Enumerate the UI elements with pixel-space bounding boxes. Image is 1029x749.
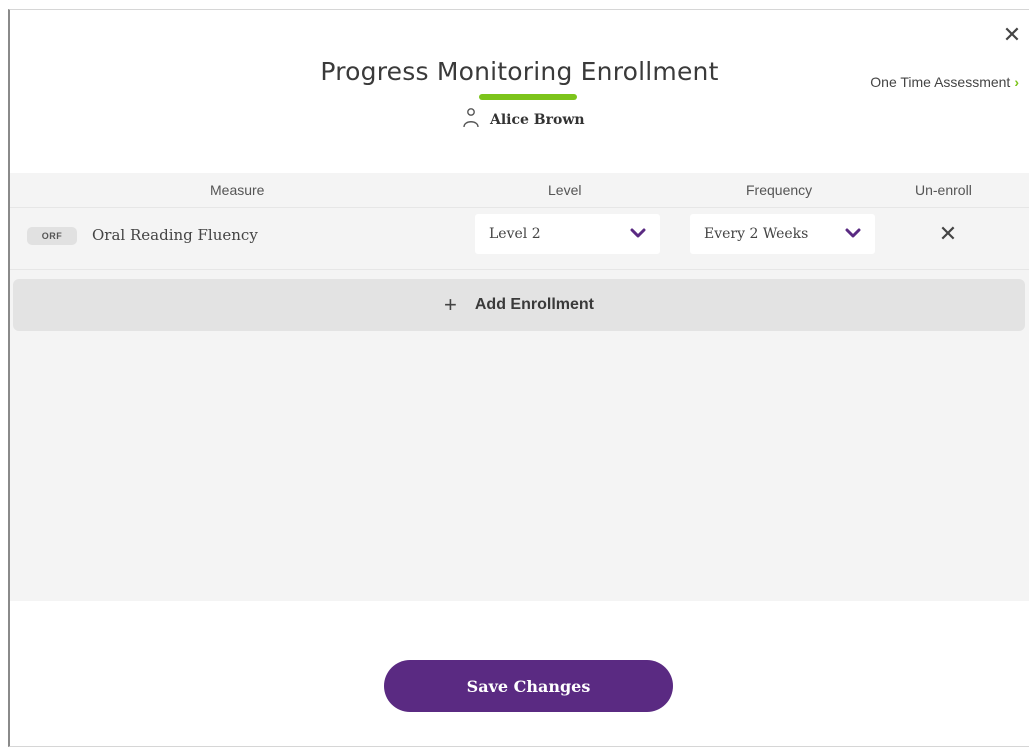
unenroll-button[interactable]: ✕ (936, 222, 960, 246)
enrollment-table: Measure Level Frequency Un-enroll ORF Or… (10, 173, 1029, 601)
student-name: Alice Brown (490, 112, 585, 128)
chevron-down-icon (845, 228, 861, 238)
title-underline (479, 94, 577, 100)
measure-name: Oral Reading Fluency (92, 226, 258, 244)
plus-icon: + (444, 292, 457, 317)
one-time-assessment-link[interactable]: One Time Assessment › (870, 74, 1019, 90)
person-icon (462, 107, 480, 134)
chevron-right-icon: › (1014, 74, 1019, 90)
header-measure: Measure (210, 182, 265, 198)
header-frequency: Frequency (746, 182, 813, 198)
frequency-select[interactable]: Every 2 Weeks (690, 214, 875, 254)
frequency-value: Every 2 Weeks (704, 226, 809, 242)
student-info: Alice Brown (462, 107, 585, 134)
measure-tag: ORF (27, 227, 77, 245)
header-level: Level (548, 182, 582, 198)
chevron-down-icon (630, 228, 646, 238)
divider (10, 207, 1029, 208)
header-unenroll: Un-enroll (915, 182, 972, 198)
level-value: Level 2 (489, 226, 541, 242)
level-select[interactable]: Level 2 (475, 214, 660, 254)
save-changes-button[interactable]: Save Changes (384, 660, 673, 712)
divider (10, 269, 1029, 270)
table-row: ORF Oral Reading Fluency Level 2 Every 2… (10, 209, 1029, 265)
close-button[interactable]: ✕ (1001, 24, 1023, 46)
one-time-assessment-label: One Time Assessment (870, 74, 1011, 90)
add-enrollment-label: Add Enrollment (474, 296, 594, 313)
add-enrollment-button[interactable]: + Add Enrollment (13, 279, 1025, 331)
enrollment-modal: ✕ Progress Monitoring Enrollment Alice B… (8, 9, 1029, 747)
table-header: Measure Level Frequency Un-enroll (10, 173, 1029, 207)
